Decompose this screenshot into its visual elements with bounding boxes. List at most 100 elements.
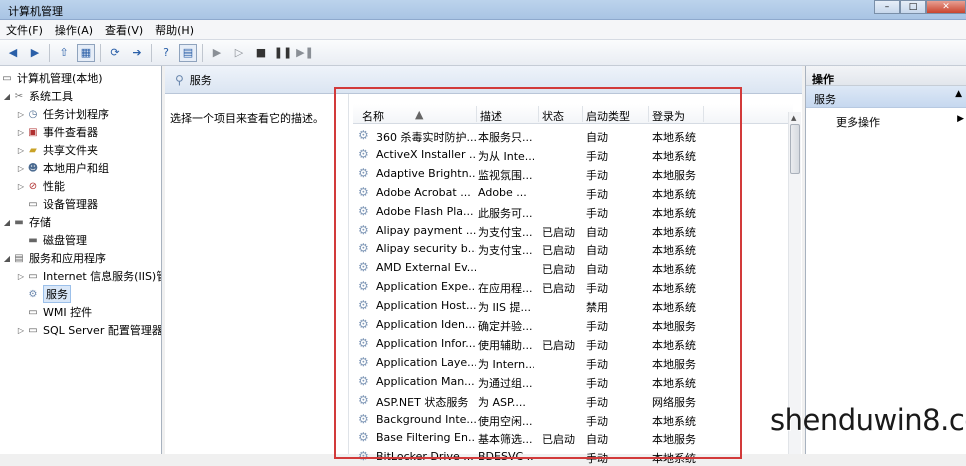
start-alt-icon[interactable]: ▷	[230, 44, 248, 62]
tree-item-sql-server[interactable]: ▷ ▭ SQL Server 配置管理器	[16, 321, 161, 339]
expand-icon[interactable]: ▷	[16, 146, 26, 155]
service-logon: 本地系统	[652, 376, 696, 390]
start-service-icon[interactable]: ▶	[208, 44, 226, 62]
table-row[interactable]: ⚙ Application Iden... 确定并验... 手动 本地服务	[353, 315, 788, 334]
more-actions-link[interactable]: 更多操作	[836, 114, 880, 130]
tree-item-iis[interactable]: ▷ ▭ Internet 信息服务(IIS)管	[16, 267, 161, 285]
menu-view[interactable]: 查看(V)	[99, 22, 149, 38]
actions-header: 操作	[806, 66, 966, 86]
service-logon: 本地服务	[652, 168, 696, 182]
actions-section-services[interactable]: 服务 ▲	[806, 86, 966, 108]
maximize-button[interactable]: □	[900, 0, 926, 14]
service-logon: 本地系统	[652, 206, 696, 220]
help-icon[interactable]: ?	[157, 44, 175, 62]
restart-service-icon[interactable]: ▶❚	[296, 44, 314, 62]
tree-item-performance[interactable]: ▷ ⊘ 性能	[16, 177, 65, 195]
gear-icon: ⚙	[358, 260, 369, 275]
properties-icon[interactable]: ▤	[179, 43, 197, 62]
table-row[interactable]: ⚙ Application Host... 为 IIS 提... 禁用 本地系统	[353, 296, 788, 315]
tree-item-event-viewer[interactable]: ▷ ▣ 事件查看器	[16, 123, 98, 141]
expand-icon[interactable]: ▷	[16, 128, 26, 137]
service-name: Alipay security b...	[376, 242, 476, 256]
menu-help[interactable]: 帮助(H)	[149, 22, 200, 38]
column-startup-type[interactable]: 启动类型	[586, 108, 630, 124]
tree-item-storage[interactable]: ◢ ▬ 存储	[2, 213, 51, 231]
table-row[interactable]: ⚙ Application Man... 为通过组... 手动 本地系统	[353, 372, 788, 391]
tree-item-shared-folders[interactable]: ▷ ▰ 共享文件夹	[16, 141, 98, 159]
menu-action[interactable]: 操作(A)	[49, 22, 99, 38]
column-divider[interactable]	[476, 106, 477, 122]
export-icon[interactable]: ➔	[128, 44, 146, 62]
service-name: Application Iden...	[376, 318, 476, 331]
column-logon-as[interactable]: 登录为	[652, 108, 685, 124]
forward-icon[interactable]: ▶	[26, 44, 44, 62]
expand-icon[interactable]: ▷	[16, 110, 26, 119]
column-header: ▲ 名称 描述 状态 启动类型 登录为	[353, 104, 793, 124]
column-divider[interactable]	[538, 106, 539, 122]
navigation-tree: ▭ 计算机管理(本地) ◢ ✂ 系统工具 ▷ ◷ 任务计划程序 ▷ ▣ 事件查看…	[0, 66, 162, 454]
scroll-up-icon[interactable]: ▲	[791, 114, 796, 122]
minimize-button[interactable]: –	[874, 0, 900, 14]
table-row[interactable]: ⚙ Alipay payment ... 为支付宝... 已启动 自动 本地系统	[353, 221, 788, 240]
collapse-icon[interactable]: ◢	[2, 218, 12, 227]
table-row[interactable]: ⚙ Adobe Acrobat ... Adobe ... 手动 本地系统	[353, 183, 788, 202]
sql-icon: ▭	[28, 324, 38, 336]
table-row[interactable]: ⚙ 360 杀毒实时防护... 本服务只... 自动 本地系统	[353, 126, 788, 145]
table-row[interactable]: ⚙ Background Inte... 使用空闲... 手动 本地系统	[353, 410, 788, 429]
table-row[interactable]: ⚙ ASP.NET 状态服务为 ASP.... 手动 网络服务	[353, 391, 788, 410]
service-startup-type: 手动	[586, 376, 608, 390]
toolbar-divider	[100, 43, 101, 62]
gear-icon: ⚙	[358, 449, 369, 464]
service-name: Base Filtering En...	[376, 431, 476, 445]
column-divider[interactable]	[648, 106, 649, 122]
column-name[interactable]: 名称	[362, 108, 384, 124]
table-row[interactable]: ⚙ Adaptive Brightn... 监视氛围... 手动 本地服务	[353, 164, 788, 183]
gear-icon: ⚙	[358, 298, 369, 313]
expand-icon[interactable]: ▷	[16, 272, 26, 281]
description-text: 选择一个项目来查看它的描述。	[170, 112, 324, 125]
tree-item-task-scheduler[interactable]: ▷ ◷ 任务计划程序	[16, 105, 109, 123]
close-button[interactable]: ✕	[926, 0, 966, 14]
refresh-icon[interactable]: ⟳	[106, 44, 124, 62]
table-row[interactable]: ⚙ Application Infor... 使用辅助... 已启动 手动 本地系统	[353, 334, 788, 353]
pause-service-icon[interactable]: ❚❚	[274, 44, 292, 62]
service-logon: 本地服务	[652, 433, 696, 447]
expand-icon[interactable]: ▷	[16, 326, 26, 335]
tree-item-local-users[interactable]: ▷ ☻ 本地用户和组	[16, 159, 109, 177]
column-status[interactable]: 状态	[542, 108, 564, 124]
users-icon: ☻	[27, 162, 39, 174]
collapse-icon[interactable]: ◢	[2, 92, 12, 101]
tree-item-computer-management[interactable]: ▭ 计算机管理(本地)	[0, 69, 102, 87]
collapse-arrow-icon[interactable]: ▲	[955, 89, 962, 99]
menu-file[interactable]: 文件(F)	[0, 22, 49, 38]
up-folder-icon[interactable]: ⇧	[55, 44, 73, 62]
tree-item-device-manager[interactable]: ▭ 设备管理器	[26, 195, 98, 213]
table-row[interactable]: ⚙ Base Filtering En... 基本筛选... 已启动 自动 本地服务	[353, 428, 788, 447]
computer-icon: ▭	[2, 72, 12, 84]
table-row[interactable]: ⚙ Alipay security b... 为支付宝... 已启动 自动 本地系统	[353, 239, 788, 258]
column-description[interactable]: 描述	[480, 108, 502, 124]
tree-item-services-apps[interactable]: ◢ ▤ 服务和应用程序	[2, 249, 106, 267]
service-startup-type: 手动	[586, 320, 608, 333]
service-name: Adobe Acrobat ...	[376, 185, 471, 199]
table-row[interactable]: ⚙ BitLocker Drive ... BDESVC ... 手动 本地系统	[353, 447, 788, 466]
stop-service-icon[interactable]: ■	[252, 44, 270, 62]
expand-icon[interactable]: ▷	[16, 164, 26, 173]
collapse-icon[interactable]: ◢	[2, 254, 12, 263]
table-row[interactable]: ⚙ Adobe Flash Pla... 此服务可... 手动 本地系统	[353, 202, 788, 221]
show-tree-icon[interactable]: ▦	[77, 43, 95, 62]
tree-item-services[interactable]: ⚙ 服务	[26, 285, 71, 303]
table-row[interactable]: ⚙ Application Laye... 为 Intern... 手动 本地服务	[353, 353, 788, 372]
tree-item-system-tools[interactable]: ◢ ✂ 系统工具	[2, 87, 73, 105]
tree-item-wmi[interactable]: ▭ WMI 控件	[26, 303, 92, 321]
back-icon[interactable]: ◀	[4, 44, 22, 62]
tree-item-disk-management[interactable]: ▬ 磁盘管理	[26, 231, 87, 249]
column-divider[interactable]	[703, 106, 704, 122]
table-row[interactable]: ⚙ AMD External Ev... 已启动 自动 本地系统	[353, 258, 788, 277]
expand-icon[interactable]: ▷	[16, 182, 26, 191]
watermark: shenduwin8.com	[770, 403, 966, 437]
table-row[interactable]: ⚙ ActiveX Installer ... 为从 Inte... 手动 本地系统	[353, 145, 788, 164]
column-divider[interactable]	[582, 106, 583, 122]
scroll-thumb[interactable]	[790, 124, 800, 174]
table-row[interactable]: ⚙ Application Expe... 在应用程... 已启动 手动 本地系统	[353, 277, 788, 296]
